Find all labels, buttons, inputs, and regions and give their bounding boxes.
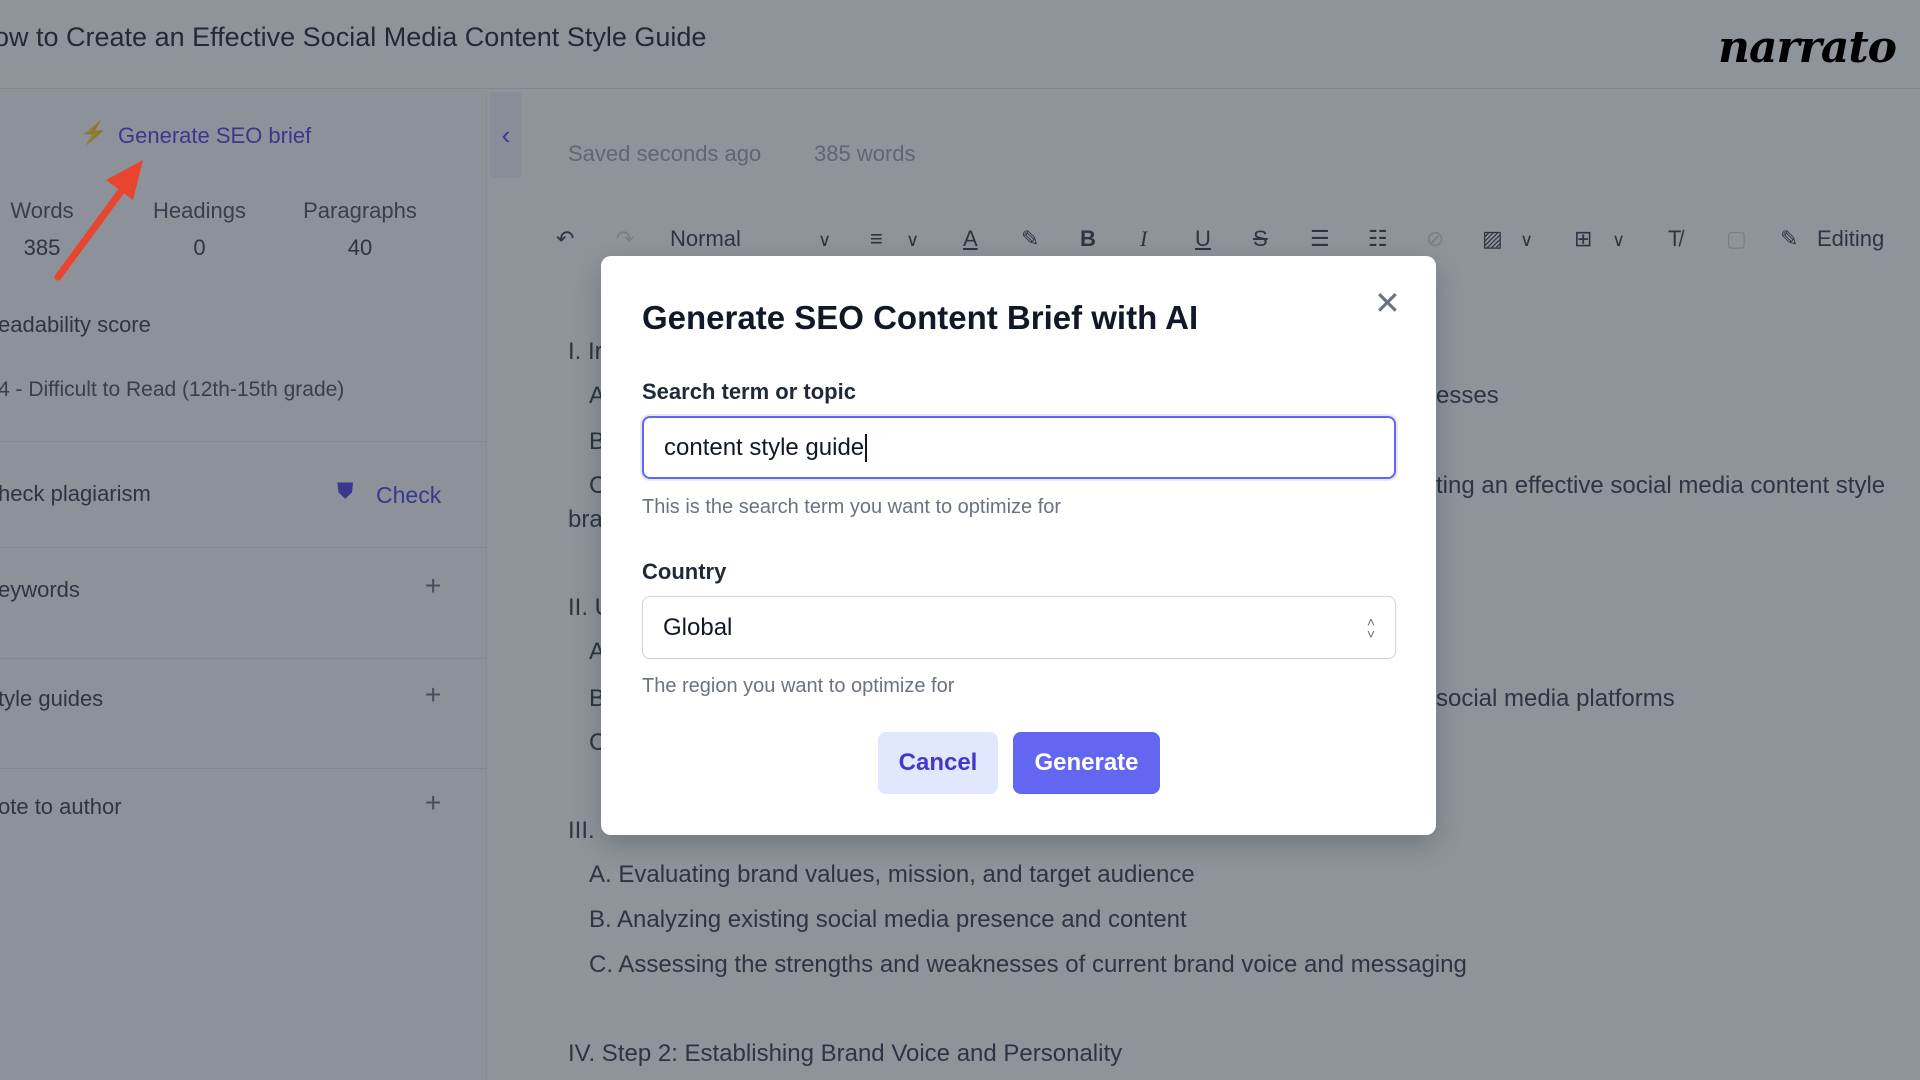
country-select[interactable]: Global ˄ ˅ bbox=[642, 596, 1396, 659]
cancel-button[interactable]: Cancel bbox=[878, 732, 998, 794]
generate-button[interactable]: Generate bbox=[1013, 732, 1160, 794]
search-term-value: content style guide bbox=[664, 433, 865, 461]
annotation-arrow bbox=[54, 160, 143, 281]
dialog-title: Generate SEO Content Brief with AI bbox=[642, 299, 1199, 336]
search-term-help: This is the search term you want to opti… bbox=[642, 496, 1062, 518]
country-help: The region you want to optimize for bbox=[642, 675, 955, 697]
seo-brief-dialog: Generate SEO Content Brief with AI ✕ Sea… bbox=[601, 256, 1436, 835]
close-icon[interactable]: ✕ bbox=[1374, 284, 1401, 322]
up-down-chevron-icon: ˄ ˅ bbox=[1366, 613, 1375, 642]
search-term-label: Search term or topic bbox=[642, 379, 856, 404]
text-caret bbox=[865, 433, 868, 462]
narrato-logo: narrato bbox=[1717, 22, 1897, 73]
search-term-input[interactable]: content style guide bbox=[642, 416, 1396, 479]
country-value: Global bbox=[663, 613, 733, 641]
country-label: Country bbox=[642, 559, 727, 584]
